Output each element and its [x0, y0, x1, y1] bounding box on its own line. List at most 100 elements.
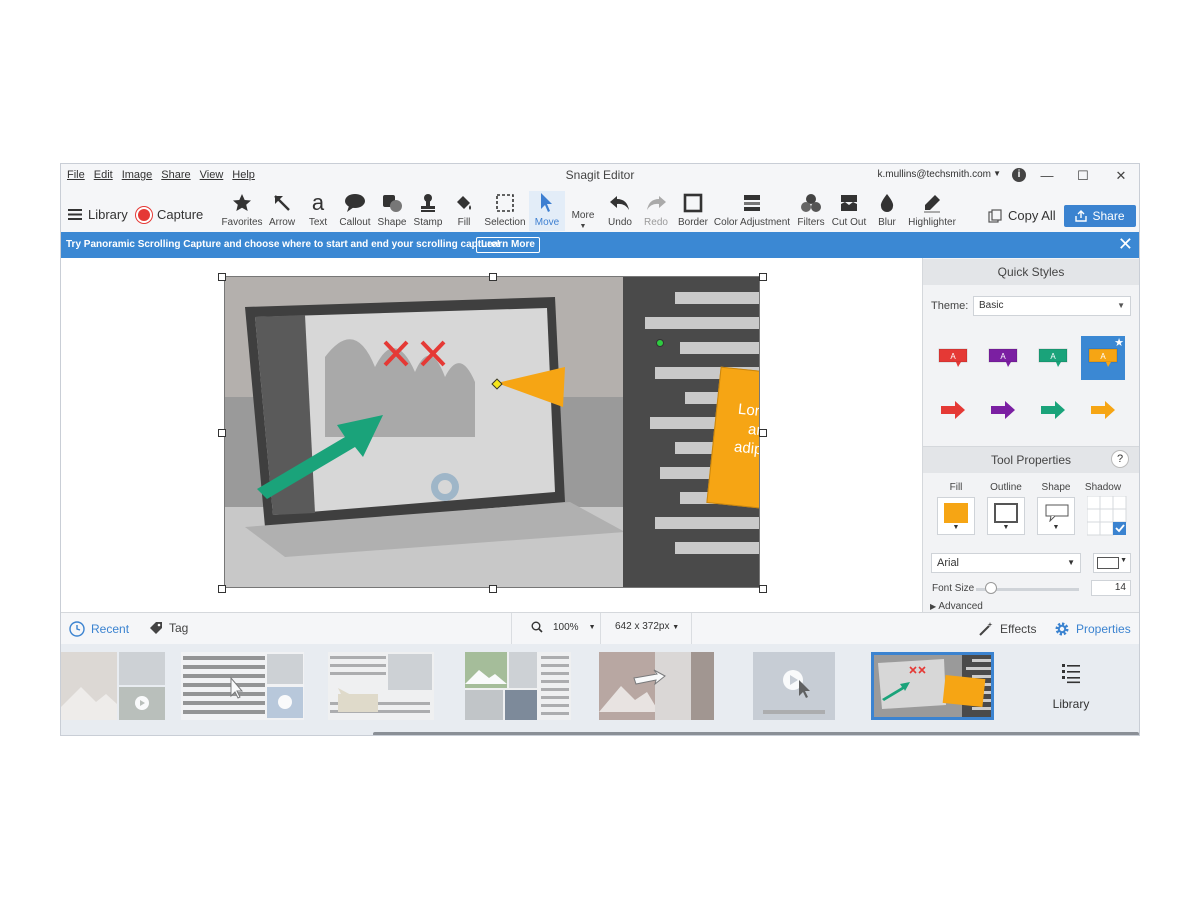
font-size-slider-knob[interactable]: [985, 582, 997, 594]
library-button[interactable]: Library: [68, 207, 128, 222]
snagit-editor-window: File Edit Image Share View Help Snagit E…: [60, 163, 1140, 736]
capture-thumbnail[interactable]: [753, 652, 835, 720]
tool-arrow[interactable]: Arrow: [265, 191, 299, 231]
tool-highlighter[interactable]: Highlighter: [904, 191, 960, 231]
resize-handle[interactable]: [759, 429, 767, 437]
image-dimensions[interactable]: 642 x 372px ▼: [615, 621, 679, 632]
tool-selection[interactable]: Selection: [483, 191, 527, 231]
tag-button[interactable]: Tag: [149, 621, 188, 635]
selection-icon: [496, 194, 514, 212]
theme-select[interactable]: Basic ▼: [973, 296, 1131, 316]
share-button[interactable]: Share: [1064, 205, 1136, 227]
tray-scrollbar[interactable]: [373, 732, 1139, 735]
learn-more-button[interactable]: Learn More: [476, 237, 540, 253]
resize-handle[interactable]: [218, 429, 226, 437]
maximize-button[interactable]: ☐: [1071, 166, 1095, 186]
svg-text:A: A: [1050, 352, 1056, 361]
capture-thumbnail[interactable]: [328, 652, 434, 720]
minimize-button[interactable]: —: [1035, 166, 1059, 186]
library-tray-button[interactable]: Library: [1016, 662, 1126, 711]
capture-thumbnail[interactable]: [181, 652, 304, 720]
quick-style-callout[interactable]: A ★: [1081, 336, 1125, 380]
text-icon: a: [311, 190, 325, 215]
help-icon[interactable]: ?: [1111, 450, 1129, 468]
info-icon[interactable]: i: [1012, 168, 1026, 182]
tool-text[interactable]: a Text: [305, 190, 331, 231]
highlighter-icon: [924, 195, 940, 213]
filters-icon: [801, 194, 821, 212]
font-select[interactable]: Arial ▼: [931, 553, 1081, 573]
zoom-control[interactable]: 100% ▼: [531, 621, 596, 633]
title-bar: File Edit Image Share View Help Snagit E…: [61, 164, 1139, 188]
tool-blur[interactable]: Blur: [873, 191, 901, 231]
fill-color-picker[interactable]: ▼: [937, 497, 975, 535]
quick-style-callout[interactable]: A: [1031, 336, 1075, 380]
list-icon: [1062, 664, 1080, 684]
tool-callout[interactable]: Callout: [337, 191, 373, 231]
font-size-input[interactable]: 14: [1091, 580, 1131, 596]
quick-style-arrow[interactable]: [931, 388, 975, 432]
tool-filters[interactable]: Filters: [795, 191, 827, 231]
shape-picker[interactable]: ▼: [1037, 497, 1075, 535]
capture-thumbnail[interactable]: [599, 652, 714, 720]
resize-handle[interactable]: [759, 273, 767, 281]
tool-properties-header: Tool Properties: [923, 446, 1139, 473]
account-menu[interactable]: k.mullins@techsmith.com: [877, 169, 991, 180]
copy-all-button[interactable]: Copy All: [988, 208, 1056, 223]
advanced-toggle[interactable]: ▶ Advanced: [930, 601, 983, 612]
svg-text:A: A: [950, 352, 956, 361]
recent-button[interactable]: Recent: [69, 621, 129, 637]
capture-button[interactable]: Capture: [138, 207, 203, 222]
resize-handle[interactable]: [489, 585, 497, 593]
tool-shape[interactable]: Shape: [376, 191, 408, 231]
copy-all-label: Copy All: [1008, 208, 1056, 223]
tool-stamp[interactable]: Stamp: [412, 191, 444, 231]
tool-favorites[interactable]: Favorites: [221, 191, 263, 231]
outline-picker[interactable]: ▼: [987, 497, 1025, 535]
menu-file[interactable]: File: [67, 169, 85, 181]
quick-style-arrow[interactable]: [1081, 388, 1125, 432]
canvas-image[interactable]: Lorem ipsum dolor sit amet, consectetur …: [224, 276, 760, 588]
shape-label: Shape: [1041, 482, 1071, 493]
quick-style-callout[interactable]: A: [931, 336, 975, 380]
chevron-down-icon: ▼: [1067, 558, 1075, 567]
resize-handle[interactable]: [218, 585, 226, 593]
border-icon: [683, 193, 703, 213]
capture-thumbnail[interactable]: [61, 652, 165, 720]
menu-help[interactable]: Help: [232, 169, 255, 181]
tool-more[interactable]: More ▼: [569, 191, 597, 231]
tool-move[interactable]: Move: [529, 191, 565, 231]
menu-share[interactable]: Share: [161, 169, 190, 181]
capture-thumbnail-selected[interactable]: [871, 652, 994, 720]
chevron-down-icon[interactable]: ▼: [993, 169, 1001, 178]
menu-image[interactable]: Image: [122, 169, 153, 181]
menu-view[interactable]: View: [200, 169, 224, 181]
quick-style-arrow[interactable]: [1031, 388, 1075, 432]
close-icon[interactable]: ✕: [1118, 234, 1133, 255]
resize-handle[interactable]: [489, 273, 497, 281]
shadow-label: Shadow: [1084, 482, 1122, 493]
resize-handle[interactable]: [759, 585, 767, 593]
tool-color-adjustment[interactable]: Color Adjustment: [712, 191, 792, 231]
tool-cut-out[interactable]: Cut Out: [830, 191, 868, 231]
tool-fill[interactable]: Fill: [451, 191, 477, 231]
recent-captures-tray: Library: [61, 644, 1139, 735]
text-color-select[interactable]: ▼: [1093, 553, 1131, 573]
shadow-picker[interactable]: [1086, 495, 1127, 536]
tool-border[interactable]: Border: [675, 191, 711, 231]
quick-style-arrow[interactable]: [981, 388, 1025, 432]
chevron-down-icon: ▼: [952, 524, 960, 531]
redo-button[interactable]: Redo: [643, 191, 669, 231]
menu-edit[interactable]: Edit: [94, 169, 113, 181]
resize-handle[interactable]: [218, 273, 226, 281]
effects-button[interactable]: Effects: [978, 621, 1036, 637]
canvas[interactable]: Lorem ipsum dolor sit amet, consectetur …: [61, 258, 922, 612]
capture-thumbnail[interactable]: [465, 652, 571, 720]
rotate-handle[interactable]: [656, 339, 664, 347]
close-window-button[interactable]: ✕: [1109, 166, 1133, 186]
properties-button[interactable]: Properties: [1054, 621, 1131, 637]
undo-button[interactable]: Undo: [607, 191, 633, 231]
divider: [511, 613, 512, 644]
properties-panel: Quick Styles Theme: Basic ▼ A A A A ★ Tool P…: [922, 258, 1139, 612]
quick-style-callout[interactable]: A: [981, 336, 1025, 380]
